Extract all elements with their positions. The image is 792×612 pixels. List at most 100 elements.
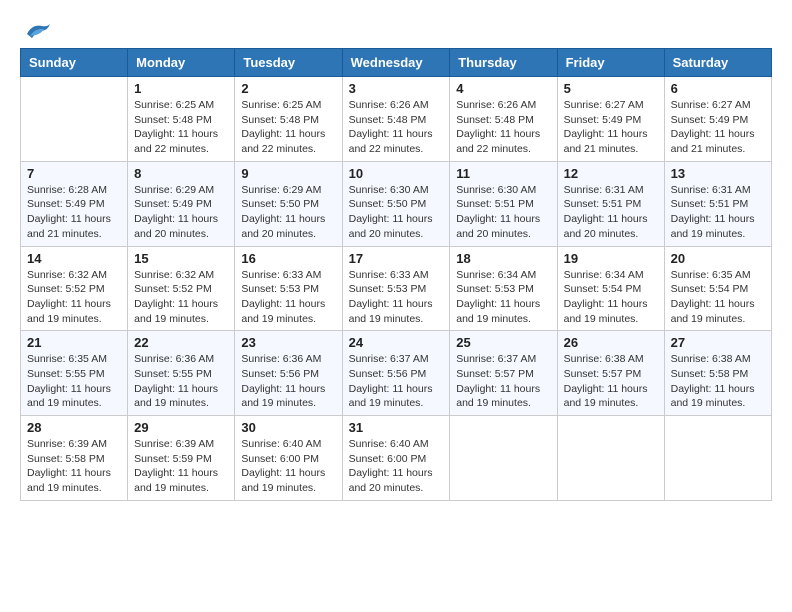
day-number: 8 bbox=[134, 166, 228, 181]
day-info: Sunrise: 6:27 AM Sunset: 5:49 PM Dayligh… bbox=[671, 98, 765, 157]
day-number: 1 bbox=[134, 81, 228, 96]
calendar-cell: 5Sunrise: 6:27 AM Sunset: 5:49 PM Daylig… bbox=[557, 77, 664, 162]
day-info: Sunrise: 6:30 AM Sunset: 5:51 PM Dayligh… bbox=[456, 183, 550, 242]
calendar-cell: 25 Sunrise: 6:37 AM Sunset: 5:57 PM Dayli… bbox=[450, 331, 557, 416]
day-number: 25 bbox=[456, 335, 550, 350]
day-number: 24 bbox=[349, 335, 444, 350]
day-info: Sunrise: 6:38 AM Sunset: 5:57 PM Dayligh… bbox=[564, 352, 658, 411]
day-info: Sunrise: 6:31 AM Sunset: 5:51 PM Dayligh… bbox=[671, 183, 765, 242]
day-number: 10 bbox=[349, 166, 444, 181]
day-info: Sunrise: 6:29 AM Sunset: 5:50 PM Dayligh… bbox=[241, 183, 335, 242]
day-info: Sunrise: 6:27 AM Sunset: 5:49 PM Dayligh… bbox=[564, 98, 658, 157]
day-number: 6 bbox=[671, 81, 765, 96]
day-number: 7 bbox=[27, 166, 121, 181]
calendar-cell: 20Sunrise: 6:35 AM Sunset: 5:54 PM Dayli… bbox=[664, 246, 771, 331]
day-info: Sunrise: 6:32 AM Sunset: 5:52 PM Dayligh… bbox=[27, 268, 121, 327]
calendar-week-row: 1 Sunrise: 6:25 AM Sunset: 5:48 PM Daylig… bbox=[21, 77, 772, 162]
day-info: Sunrise: 6:25 AM Sunset: 5:48 PM Dayligh… bbox=[241, 98, 335, 157]
day-info: Sunrise: 6:36 AM Sunset: 5:56 PM Dayligh… bbox=[241, 352, 335, 411]
day-header-monday: Monday bbox=[128, 49, 235, 77]
day-number: 23 bbox=[241, 335, 335, 350]
calendar-cell bbox=[557, 416, 664, 501]
calendar-cell: 1Sunrise: 6:25 AM Sunset: 5:48 PM Daylig… bbox=[128, 77, 235, 162]
day-number: 19 bbox=[564, 251, 658, 266]
day-info: Sunrise: 6:36 AM Sunset: 5:55 PM Dayligh… bbox=[134, 352, 228, 411]
day-number: 16 bbox=[241, 251, 335, 266]
day-info: Sunrise: 6:31 AM Sunset: 5:51 PM Dayligh… bbox=[564, 183, 658, 242]
day-number: 14 bbox=[27, 251, 121, 266]
calendar-cell: 30Sunrise: 6:40 AM Sunset: 6:00 PM Dayli… bbox=[235, 416, 342, 501]
day-header-thursday: Thursday bbox=[450, 49, 557, 77]
day-info: Sunrise: 6:28 AM Sunset: 5:49 PM Dayligh… bbox=[27, 183, 121, 242]
day-info: Sunrise: 6:30 AM Sunset: 5:50 PM Dayligh… bbox=[349, 183, 444, 242]
day-number: 15 bbox=[134, 251, 228, 266]
day-number: 9 bbox=[241, 166, 335, 181]
page: SundayMondayTuesdayWednesdayThursdayFrid… bbox=[0, 0, 792, 511]
day-number: 20 bbox=[671, 251, 765, 266]
calendar-cell: 27Sunrise: 6:38 AM Sunset: 5:58 PM Dayli… bbox=[664, 331, 771, 416]
calendar-cell: 19 Sunrise: 6:34 AM Sunset: 5:54 PM Dayli… bbox=[557, 246, 664, 331]
calendar-cell: 23 Sunrise: 6:36 AM Sunset: 5:56 PM Dayli… bbox=[235, 331, 342, 416]
calendar-week-row: 7 Sunrise: 6:28 AM Sunset: 5:49 PM Daylig… bbox=[21, 161, 772, 246]
day-header-tuesday: Tuesday bbox=[235, 49, 342, 77]
day-info: Sunrise: 6:38 AM Sunset: 5:58 PM Dayligh… bbox=[671, 352, 765, 411]
calendar-cell bbox=[450, 416, 557, 501]
day-number: 4 bbox=[456, 81, 550, 96]
day-info: Sunrise: 6:26 AM Sunset: 5:48 PM Dayligh… bbox=[349, 98, 444, 157]
calendar-cell: 11Sunrise: 6:30 AM Sunset: 5:51 PM Dayli… bbox=[450, 161, 557, 246]
calendar-cell: 18Sunrise: 6:34 AM Sunset: 5:53 PM Dayli… bbox=[450, 246, 557, 331]
calendar-cell: 29 Sunrise: 6:39 AM Sunset: 5:59 PM Dayli… bbox=[128, 416, 235, 501]
calendar-week-row: 28 Sunrise: 6:39 AM Sunset: 5:58 PM Dayli… bbox=[21, 416, 772, 501]
logo bbox=[20, 20, 52, 38]
calendar-cell: 28 Sunrise: 6:39 AM Sunset: 5:58 PM Dayli… bbox=[21, 416, 128, 501]
day-info: Sunrise: 6:33 AM Sunset: 5:53 PM Dayligh… bbox=[241, 268, 335, 327]
calendar-cell: 9 Sunrise: 6:29 AM Sunset: 5:50 PM Daylig… bbox=[235, 161, 342, 246]
calendar-cell: 2 Sunrise: 6:25 AM Sunset: 5:48 PM Daylig… bbox=[235, 77, 342, 162]
day-number: 17 bbox=[349, 251, 444, 266]
day-header-sunday: Sunday bbox=[21, 49, 128, 77]
day-number: 29 bbox=[134, 420, 228, 435]
day-info: Sunrise: 6:37 AM Sunset: 5:56 PM Dayligh… bbox=[349, 352, 444, 411]
calendar-cell: 8Sunrise: 6:29 AM Sunset: 5:49 PM Daylig… bbox=[128, 161, 235, 246]
day-info: Sunrise: 6:40 AM Sunset: 6:00 PM Dayligh… bbox=[349, 437, 444, 496]
calendar-cell: 21 Sunrise: 6:35 AM Sunset: 5:55 PM Dayli… bbox=[21, 331, 128, 416]
calendar-cell: 7 Sunrise: 6:28 AM Sunset: 5:49 PM Daylig… bbox=[21, 161, 128, 246]
calendar-cell: 26Sunrise: 6:38 AM Sunset: 5:57 PM Dayli… bbox=[557, 331, 664, 416]
day-info: Sunrise: 6:26 AM Sunset: 5:48 PM Dayligh… bbox=[456, 98, 550, 157]
calendar-week-row: 14 Sunrise: 6:32 AM Sunset: 5:52 PM Dayli… bbox=[21, 246, 772, 331]
day-number: 21 bbox=[27, 335, 121, 350]
calendar-header-row: SundayMondayTuesdayWednesdayThursdayFrid… bbox=[21, 49, 772, 77]
day-number: 22 bbox=[134, 335, 228, 350]
day-number: 31 bbox=[349, 420, 444, 435]
day-number: 28 bbox=[27, 420, 121, 435]
calendar-cell: 13Sunrise: 6:31 AM Sunset: 5:51 PM Dayli… bbox=[664, 161, 771, 246]
day-info: Sunrise: 6:37 AM Sunset: 5:57 PM Dayligh… bbox=[456, 352, 550, 411]
day-info: Sunrise: 6:35 AM Sunset: 5:55 PM Dayligh… bbox=[27, 352, 121, 411]
day-number: 12 bbox=[564, 166, 658, 181]
calendar-cell: 10 Sunrise: 6:30 AM Sunset: 5:50 PM Dayli… bbox=[342, 161, 450, 246]
logo-bird-icon bbox=[22, 20, 52, 42]
day-info: Sunrise: 6:34 AM Sunset: 5:54 PM Dayligh… bbox=[564, 268, 658, 327]
calendar-cell: 4 Sunrise: 6:26 AM Sunset: 5:48 PM Daylig… bbox=[450, 77, 557, 162]
day-info: Sunrise: 6:33 AM Sunset: 5:53 PM Dayligh… bbox=[349, 268, 444, 327]
calendar-table: SundayMondayTuesdayWednesdayThursdayFrid… bbox=[20, 48, 772, 501]
calendar-cell: 17 Sunrise: 6:33 AM Sunset: 5:53 PM Dayli… bbox=[342, 246, 450, 331]
calendar-cell: 3 Sunrise: 6:26 AM Sunset: 5:48 PM Daylig… bbox=[342, 77, 450, 162]
calendar-cell: 24 Sunrise: 6:37 AM Sunset: 5:56 PM Dayli… bbox=[342, 331, 450, 416]
calendar-cell: 22 Sunrise: 6:36 AM Sunset: 5:55 PM Dayli… bbox=[128, 331, 235, 416]
calendar-cell: 16 Sunrise: 6:33 AM Sunset: 5:53 PM Dayli… bbox=[235, 246, 342, 331]
day-info: Sunrise: 6:39 AM Sunset: 5:59 PM Dayligh… bbox=[134, 437, 228, 496]
day-number: 2 bbox=[241, 81, 335, 96]
day-number: 3 bbox=[349, 81, 444, 96]
day-info: Sunrise: 6:39 AM Sunset: 5:58 PM Dayligh… bbox=[27, 437, 121, 496]
day-header-saturday: Saturday bbox=[664, 49, 771, 77]
day-number: 18 bbox=[456, 251, 550, 266]
calendar-cell: 6 Sunrise: 6:27 AM Sunset: 5:49 PM Daylig… bbox=[664, 77, 771, 162]
calendar-cell: 31 Sunrise: 6:40 AM Sunset: 6:00 PM Dayli… bbox=[342, 416, 450, 501]
calendar-cell: 12 Sunrise: 6:31 AM Sunset: 5:51 PM Dayli… bbox=[557, 161, 664, 246]
calendar-cell: 14 Sunrise: 6:32 AM Sunset: 5:52 PM Dayli… bbox=[21, 246, 128, 331]
calendar-week-row: 21 Sunrise: 6:35 AM Sunset: 5:55 PM Dayli… bbox=[21, 331, 772, 416]
day-header-friday: Friday bbox=[557, 49, 664, 77]
day-info: Sunrise: 6:32 AM Sunset: 5:52 PM Dayligh… bbox=[134, 268, 228, 327]
day-number: 30 bbox=[241, 420, 335, 435]
